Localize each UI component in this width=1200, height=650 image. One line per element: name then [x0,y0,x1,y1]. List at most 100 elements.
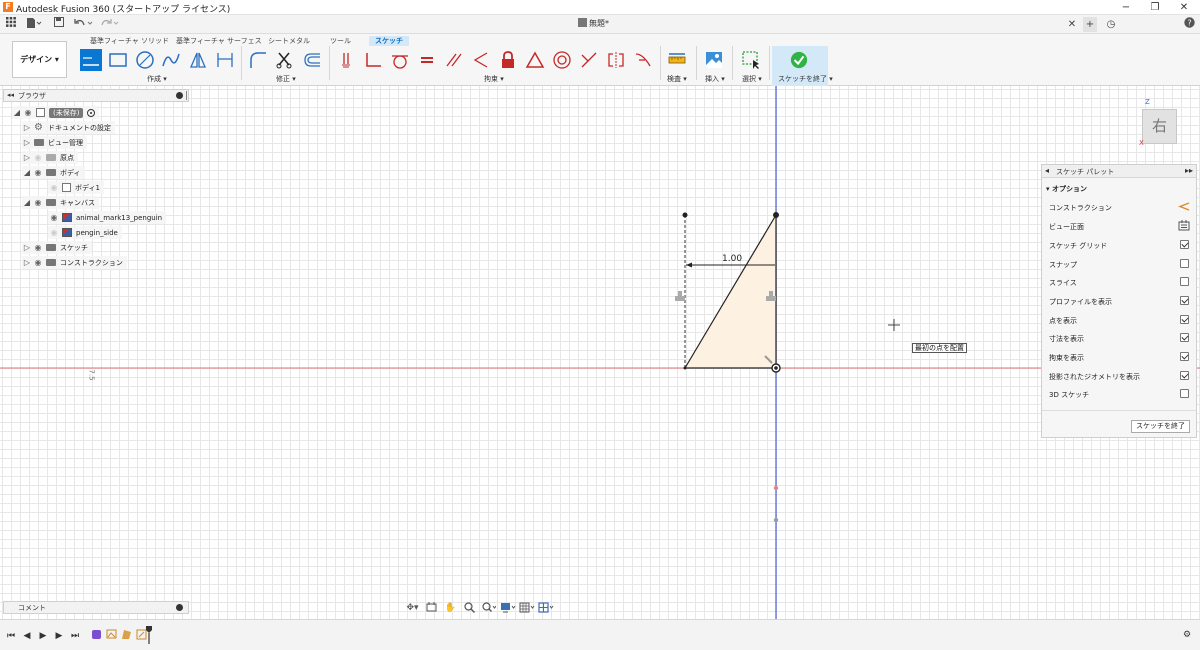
horizontal-vertical-constraint-icon[interactable] [578,49,600,71]
mirror-tool-icon[interactable] [187,49,209,71]
perpendicular-constraint-icon[interactable] [362,49,384,71]
collapsed-triangle-icon[interactable]: ▷ [22,138,32,147]
sketch-point[interactable] [683,366,687,370]
hidden-eye-icon[interactable]: ◉ [48,228,60,237]
expanded-triangle-icon[interactable]: ◢ [22,168,32,177]
panel-resize-handle[interactable] [186,91,188,100]
constraints-group-label[interactable]: 拘束 ▾ [484,74,504,84]
browser-item-document-settings[interactable]: ▷ ⚙ ドキュメントの設定 [22,121,115,134]
show-profile-checkbox[interactable] [1180,296,1189,305]
tab-solid[interactable]: 基準フィーチャ ソリッド [90,36,169,46]
orbit-icon[interactable]: ✥▾ [404,602,421,614]
visibility-eye-icon[interactable]: ◉ [22,108,34,117]
3d-sketch-checkbox[interactable] [1180,389,1189,398]
visibility-eye-icon[interactable]: ◉ [32,258,44,267]
option-look-at[interactable]: ビュー正面 [1049,219,1191,233]
option-3d-sketch[interactable]: 3D スケッチ [1049,387,1191,401]
browser-panel-header[interactable]: ◂◂ ブラウザ [3,89,189,102]
browser-item-sketches[interactable]: ▷ ◉ スケッチ [22,241,92,254]
line-tool-icon[interactable] [80,49,102,71]
show-projected-geometry-checkbox[interactable] [1180,371,1189,380]
collapsed-triangle-icon[interactable]: ▷ [22,243,32,252]
browser-root-item[interactable]: ◢ ◉ (未保存) [12,106,100,119]
timeline-first-icon[interactable]: ⏮ [5,630,17,642]
vertical-constraint-icon[interactable] [675,291,685,301]
sketch-grid-checkbox[interactable] [1180,240,1189,249]
browser-item-canvases[interactable]: ◢ ◉ キャンバス [22,196,99,209]
sketch-point[interactable] [773,212,779,218]
insert-image-icon[interactable] [703,49,725,71]
collapse-panel-icon[interactable]: ◂◂ [7,91,14,99]
new-tab-icon[interactable]: + [1083,17,1097,32]
close-window-button[interactable]: ✕ [1170,0,1198,15]
timeline-canvas-feature-icon[interactable] [121,629,132,640]
parallel-constraint-icon[interactable] [443,49,465,71]
fit-icon[interactable] [480,602,497,614]
show-dimensions-checkbox[interactable] [1180,333,1189,342]
finish-sketch-label[interactable]: スケッチを終了 ▾ [778,74,833,84]
visibility-eye-icon[interactable]: ◉ [32,243,44,252]
timeline-marker[interactable] [146,626,152,644]
option-show-constraints[interactable]: 拘束を表示 [1049,350,1191,364]
sketch-palette-header[interactable]: ◂ スケッチ パレット ▸▸ [1042,165,1196,178]
tab-tools[interactable]: ツール [330,36,351,46]
fix-lock-icon[interactable] [497,49,519,71]
select-group-label[interactable]: 選択 ▾ [742,74,762,84]
viewcube[interactable]: 右 [1142,109,1177,144]
palette-finish-sketch-button[interactable]: スケッチを終了 [1131,420,1190,433]
construction-icon[interactable] [1178,201,1190,212]
tab-sheet-metal[interactable]: シートメタル [268,36,310,46]
hidden-eye-icon[interactable]: ◉ [32,153,44,162]
timeline-body-feature-icon[interactable] [91,629,102,640]
tab-surface[interactable]: 基準フィーチャ サーフェス [176,36,262,46]
option-sketch-grid[interactable]: スケッチ グリッド [1049,238,1191,252]
insert-group-label[interactable]: 挿入 ▾ [705,74,725,84]
browser-item-bodies[interactable]: ◢ ◉ ボディ [22,166,85,179]
visibility-eye-icon[interactable]: ◉ [32,198,44,207]
snap-checkbox[interactable] [1180,259,1189,268]
modify-group-label[interactable]: 修正 ▾ [276,74,296,84]
show-points-checkbox[interactable] [1180,315,1189,324]
look-at-icon[interactable] [423,602,440,614]
circle-tool-icon[interactable] [134,49,156,71]
equal-constraint-icon[interactable] [416,49,438,71]
dimension-value[interactable]: 1.00 [722,254,742,264]
panel-options-icon[interactable] [176,604,183,611]
create-group-label[interactable]: 作成 ▾ [147,74,167,84]
slice-checkbox[interactable] [1180,277,1189,286]
visibility-eye-icon[interactable]: ◉ [32,168,44,177]
collapsed-triangle-icon[interactable]: ▷ [22,258,32,267]
select-tool-icon[interactable] [740,49,762,71]
grid-menu-icon[interactable] [4,17,18,32]
trim-tool-icon[interactable] [274,49,296,71]
option-slice[interactable]: スライス [1049,275,1191,289]
grid-snaps-icon[interactable] [518,602,535,614]
option-construction[interactable]: コンストラクション [1049,200,1191,214]
undo-icon[interactable] [72,17,96,32]
midpoint-constraint-icon[interactable] [524,49,546,71]
comments-panel-header[interactable]: コメント [3,601,189,614]
dimension-tool-icon[interactable] [214,49,236,71]
minimize-button[interactable]: − [1112,0,1140,15]
concentric-constraint-icon[interactable] [551,49,573,71]
timeline-last-icon[interactable]: ⏭ [69,630,81,642]
browser-item-named-views[interactable]: ▷ ビュー管理 [22,136,87,149]
browser-item-construction[interactable]: ▷ ◉ コンストラクション [22,256,127,269]
maximize-button[interactable]: ❐ [1141,0,1169,15]
expanded-triangle-icon[interactable]: ◢ [22,198,32,207]
coincident-constraint-icon[interactable] [335,49,357,71]
tab-close-icon[interactable]: ✕ [1066,17,1078,32]
option-snap[interactable]: スナップ [1049,257,1191,271]
help-icon[interactable]: ? [1182,17,1196,32]
option-show-dimensions[interactable]: 寸法を表示 [1049,331,1191,345]
collapse-palette-icon[interactable]: ◂ [1045,166,1049,175]
timeline-settings-gear-icon[interactable]: ⚙ [1181,629,1193,641]
rectangle-tool-icon[interactable] [107,49,129,71]
inspect-group-label[interactable]: 検査 ▾ [667,74,687,84]
document-tab[interactable]: 無題* [578,18,609,29]
timeline-previous-icon[interactable]: ◀ [21,630,33,642]
show-constraints-checkbox[interactable] [1180,352,1189,361]
browser-item-canvas-side[interactable]: ◉ pengin_side [48,226,122,239]
collinear-constraint-icon[interactable] [470,49,492,71]
tangent-constraint-icon[interactable] [389,49,411,71]
